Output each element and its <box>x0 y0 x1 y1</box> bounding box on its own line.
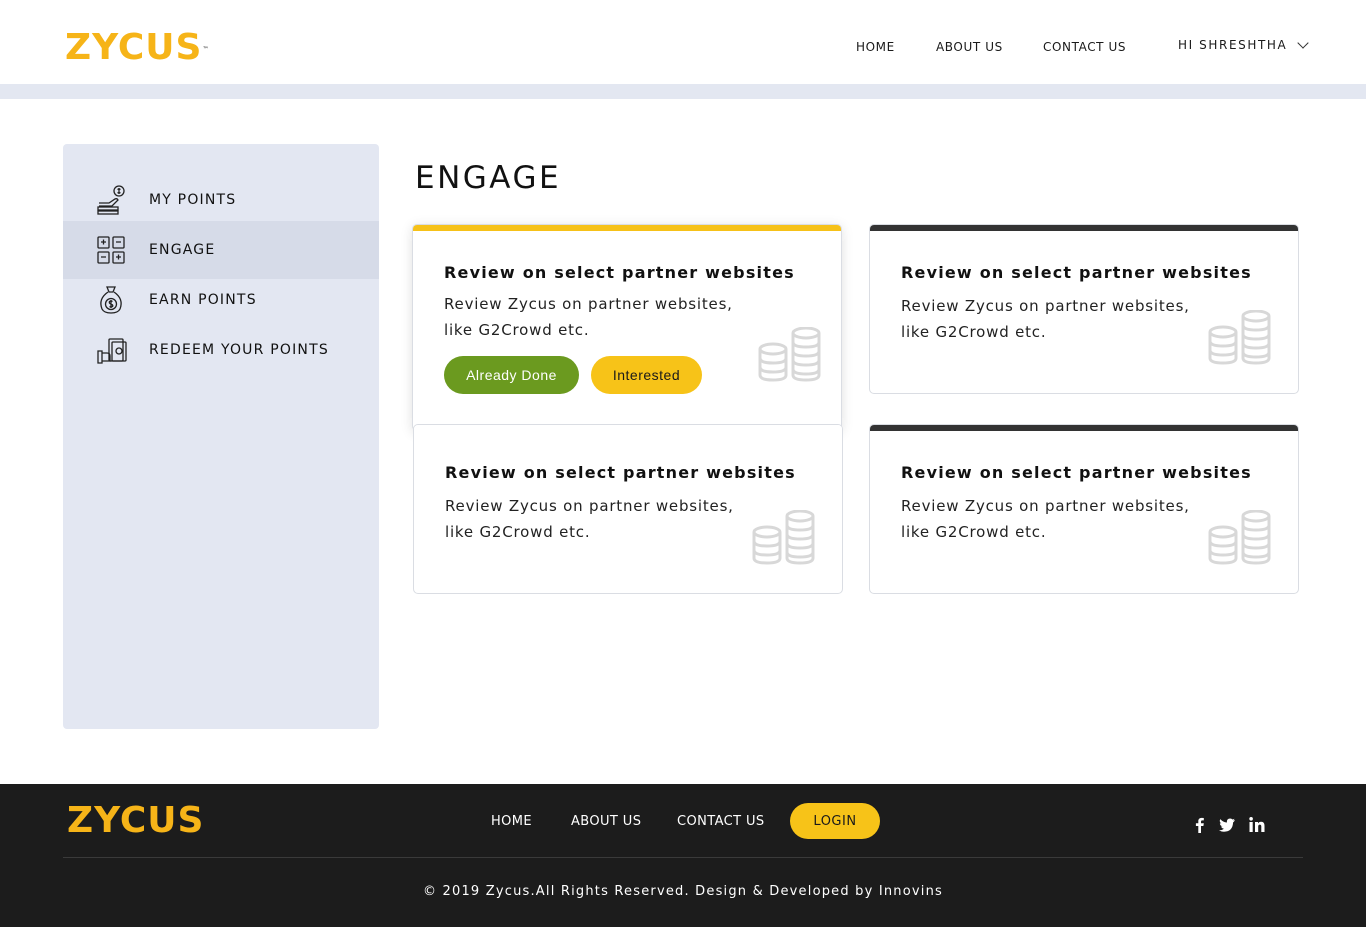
engage-card[interactable]: Review on select partner websites Review… <box>413 424 843 594</box>
card-description: Review Zycus on partner websites, like G… <box>901 497 1190 541</box>
nav-contact-us[interactable]: CONTACT US <box>1043 40 1126 54</box>
chevron-down-icon <box>1297 37 1310 49</box>
facebook-icon[interactable] <box>1191 816 1209 834</box>
card-accent-bar <box>870 425 1298 431</box>
nav-about-us[interactable]: ABOUT US <box>936 40 1003 54</box>
site-header: ZYCUS™ HOME ABOUT US CONTACT US HI SHRES… <box>0 0 1366 84</box>
redeem-hand-icon <box>97 338 127 364</box>
sidebar-item-redeem-points[interactable]: REDEEM YOUR POINTS <box>63 321 379 379</box>
card-accent-bar <box>413 225 841 231</box>
linkedin-icon[interactable] <box>1248 816 1266 834</box>
card-accent-bar <box>414 425 842 431</box>
nav-home[interactable]: HOME <box>856 40 895 54</box>
header-divider-strip <box>0 84 1366 99</box>
logo-text: ZYCUS <box>65 27 203 68</box>
hand-coin-icon <box>97 185 125 215</box>
login-button[interactable]: LOGIN <box>790 803 880 839</box>
site-footer: ZYCUS HOME ABOUT US CONTACT US LOGIN © 2… <box>0 784 1366 927</box>
sidebar: MY POINTS ENGAGE EARN POINTS REDEEM YOUR… <box>63 144 379 729</box>
coins-stack-icon <box>1208 310 1271 365</box>
coins-stack-icon <box>758 327 821 382</box>
card-title: Review on select partner websites <box>445 463 796 482</box>
engage-grid-icon <box>97 236 125 264</box>
card-accent-bar <box>870 225 1298 231</box>
coins-stack-icon <box>752 510 815 565</box>
interested-button[interactable]: Interested <box>591 356 702 394</box>
sidebar-item-label: ENGAGE <box>149 242 216 258</box>
card-description: Review Zycus on partner websites, like G… <box>901 297 1190 341</box>
user-greeting: HI SHRESHTHA <box>1178 38 1288 52</box>
card-description: Review Zycus on partner websites, like G… <box>445 497 734 541</box>
engage-card[interactable]: Review on select partner websites Review… <box>869 424 1299 594</box>
card-title: Review on select partner websites <box>444 263 795 282</box>
engage-card[interactable]: Review on select partner websites Review… <box>869 224 1299 394</box>
copyright-text: © 2019 Zycus.All Rights Reserved. Design… <box>422 884 944 899</box>
logo-trademark: ™ <box>202 46 210 53</box>
page-title: ENGAGE <box>415 160 562 196</box>
money-bag-icon <box>100 286 122 314</box>
zycus-logo[interactable]: ZYCUS™ <box>65 30 209 66</box>
card-description: Review Zycus on partner websites, like G… <box>444 295 733 339</box>
footer-zycus-logo[interactable]: ZYCUS <box>67 803 204 839</box>
already-done-button[interactable]: Already Done <box>444 356 579 394</box>
footer-nav-home[interactable]: HOME <box>491 814 532 829</box>
card-title: Review on select partner websites <box>901 463 1252 482</box>
sidebar-item-label: EARN POINTS <box>149 292 257 308</box>
footer-nav-about-us[interactable]: ABOUT US <box>571 814 641 829</box>
footer-nav-contact-us[interactable]: CONTACT US <box>677 814 765 829</box>
sidebar-item-label: REDEEM YOUR POINTS <box>149 342 329 358</box>
user-menu[interactable]: HI SHRESHTHA <box>1178 37 1310 52</box>
coins-stack-icon <box>1208 510 1271 565</box>
footer-divider <box>63 857 1303 858</box>
sidebar-item-label: MY POINTS <box>149 192 237 208</box>
engage-card[interactable]: Review on select partner websites Review… <box>412 224 842 431</box>
twitter-icon[interactable] <box>1218 816 1236 834</box>
card-title: Review on select partner websites <box>901 263 1252 282</box>
